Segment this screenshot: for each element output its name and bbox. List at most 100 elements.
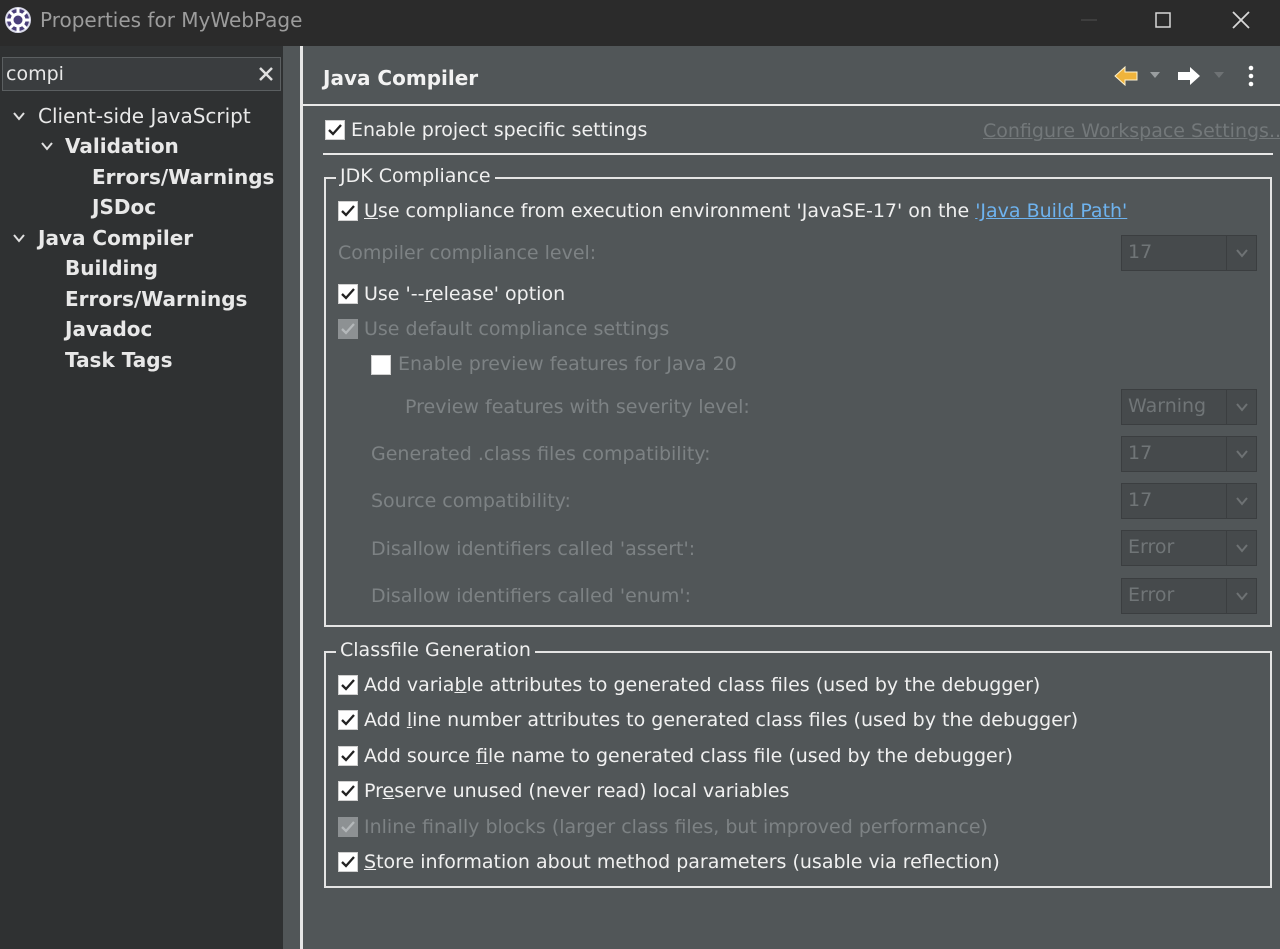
generated-compat-value: 17 — [1128, 442, 1153, 464]
chevron-down-icon[interactable] — [12, 231, 26, 245]
checkmark-icon — [341, 679, 355, 691]
clear-search-icon[interactable] — [256, 64, 276, 84]
line-number-checkbox[interactable] — [338, 710, 358, 730]
generated-compat-label: Generated .class files compatibility: — [371, 443, 711, 465]
tree-item-building[interactable]: Building — [65, 253, 158, 283]
release-option-label: Use '--release' option — [364, 283, 566, 305]
preserve-unused-checkbox[interactable] — [338, 781, 358, 801]
tree-item-jsdoc[interactable]: JSDoc — [92, 192, 156, 222]
source-file-name-label: Add source file name to generated class … — [364, 745, 1013, 767]
default-compliance-label: Use default compliance settings — [364, 318, 670, 340]
checkmark-icon — [341, 821, 355, 833]
tree-item-errors-warnings[interactable]: Errors/Warnings — [65, 284, 247, 314]
use-compliance-checkbox[interactable] — [338, 201, 358, 221]
tree-item-label: Client-side JavaScript — [38, 104, 251, 128]
title-bar: Properties for MyWebPage — [0, 0, 1280, 46]
checkmark-icon — [341, 750, 355, 762]
sidebar: Client-side JavaScript Validation Errors… — [0, 46, 283, 949]
compliance-level-label: Compiler compliance level: — [338, 242, 597, 264]
forward-dropdown-chevron-icon[interactable] — [1212, 68, 1226, 82]
enum-identifier-value: Error — [1128, 584, 1175, 606]
close-icon — [1232, 11, 1250, 29]
checkmark-icon — [341, 856, 355, 868]
maximize-button[interactable] — [1124, 0, 1202, 40]
checkmark-icon — [341, 288, 355, 300]
checkmark-icon — [328, 124, 342, 136]
preserve-unused-label: Preserve unused (never read) local varia… — [364, 780, 790, 802]
variable-attributes-checkbox[interactable] — [338, 675, 358, 695]
search-input[interactable] — [6, 59, 246, 89]
source-file-name-checkbox[interactable] — [338, 746, 358, 766]
generated-compat-select[interactable]: 17 — [1121, 436, 1257, 472]
menu-icon[interactable] — [1243, 64, 1259, 88]
assert-identifier-value: Error — [1128, 536, 1175, 558]
combo-button — [1226, 390, 1256, 424]
assert-identifier-label: Disallow identifiers called 'assert': — [371, 538, 696, 560]
main-panel: Java Compiler Enable project specific se… — [303, 46, 1280, 949]
maximize-icon — [1155, 12, 1171, 28]
method-parameters-label: Store information about method parameter… — [364, 851, 1000, 873]
release-option-checkbox[interactable] — [338, 284, 358, 304]
enum-identifier-label: Disallow identifiers called 'enum': — [371, 585, 691, 607]
method-parameters-checkbox[interactable] — [338, 852, 358, 872]
combo-button — [1226, 437, 1256, 471]
preview-severity-value: Warning — [1128, 395, 1207, 417]
chevron-down-icon[interactable] — [40, 139, 54, 153]
java-build-path-link[interactable]: 'Java Build Path' — [975, 200, 1127, 222]
minimize-button[interactable] — [1050, 0, 1128, 40]
enable-separator — [323, 153, 1273, 155]
line-number-label: Add line number attributes to generated … — [364, 709, 1079, 731]
tree-item-task-tags[interactable]: Task Tags — [65, 345, 173, 375]
use-compliance-label: Use compliance from execution environmen… — [364, 200, 1128, 222]
window-title: Properties for MyWebPage — [40, 8, 303, 32]
checkmark-icon — [341, 714, 355, 726]
back-arrow-icon[interactable] — [1113, 64, 1139, 88]
back-dropdown-chevron-icon[interactable] — [1148, 68, 1162, 82]
tree-item-errors-warnings-js[interactable]: Errors/Warnings — [92, 162, 274, 192]
source-compat-label: Source compatibility: — [371, 490, 571, 512]
tree-item-label: Java Compiler — [38, 226, 194, 250]
source-compat-select[interactable]: 17 — [1121, 483, 1257, 519]
chevron-down-icon — [1236, 497, 1248, 506]
chevron-down-icon — [1236, 544, 1248, 553]
configure-workspace-link[interactable]: Configure Workspace Settings... — [983, 119, 1280, 143]
forward-arrow-icon[interactable] — [1176, 64, 1202, 88]
combo-button — [1226, 236, 1256, 270]
checkmark-icon — [341, 205, 355, 217]
tree-item-javadoc[interactable]: Javadoc — [65, 314, 152, 344]
enable-preview-checkbox[interactable] — [371, 355, 391, 375]
page-title: Java Compiler — [323, 66, 479, 90]
combo-button — [1226, 484, 1256, 518]
assert-identifier-select[interactable]: Error — [1121, 530, 1257, 566]
compliance-level-select[interactable]: 17 — [1121, 235, 1257, 271]
preview-severity-select[interactable]: Warning — [1121, 389, 1257, 425]
jdk-compliance-title: JDK Compliance — [336, 164, 495, 188]
source-compat-value: 17 — [1128, 489, 1153, 511]
search-box — [2, 57, 281, 91]
checkmark-icon — [341, 323, 355, 335]
classfile-generation-title: Classfile Generation — [336, 638, 535, 662]
variable-attributes-label: Add variable attributes to generated cla… — [364, 674, 1041, 696]
minimize-icon — [1081, 19, 1097, 21]
inline-finally-label: Inline finally blocks (larger class file… — [364, 816, 988, 838]
chevron-down-icon[interactable] — [12, 109, 26, 123]
combo-button — [1226, 579, 1256, 613]
combo-button — [1226, 531, 1256, 565]
chevron-down-icon — [1236, 403, 1248, 412]
enable-project-label: Enable project specific settings — [351, 119, 648, 141]
compliance-level-value: 17 — [1128, 241, 1153, 263]
close-button[interactable] — [1202, 0, 1280, 40]
enum-identifier-select[interactable]: Error — [1121, 578, 1257, 614]
chevron-down-icon — [1236, 592, 1248, 601]
enable-project-checkbox[interactable] — [325, 120, 345, 140]
inline-finally-checkbox[interactable] — [338, 817, 358, 837]
enable-preview-label: Enable preview features for Java 20 — [398, 353, 737, 375]
checkmark-icon — [341, 785, 355, 797]
app-icon — [5, 7, 31, 33]
default-compliance-checkbox[interactable] — [338, 319, 358, 339]
header-separator — [303, 104, 1280, 106]
tree-item-label: Validation — [65, 134, 179, 158]
chevron-down-icon — [1236, 450, 1248, 459]
preview-severity-label: Preview features with severity level: — [405, 396, 750, 418]
chevron-down-icon — [1236, 249, 1248, 258]
